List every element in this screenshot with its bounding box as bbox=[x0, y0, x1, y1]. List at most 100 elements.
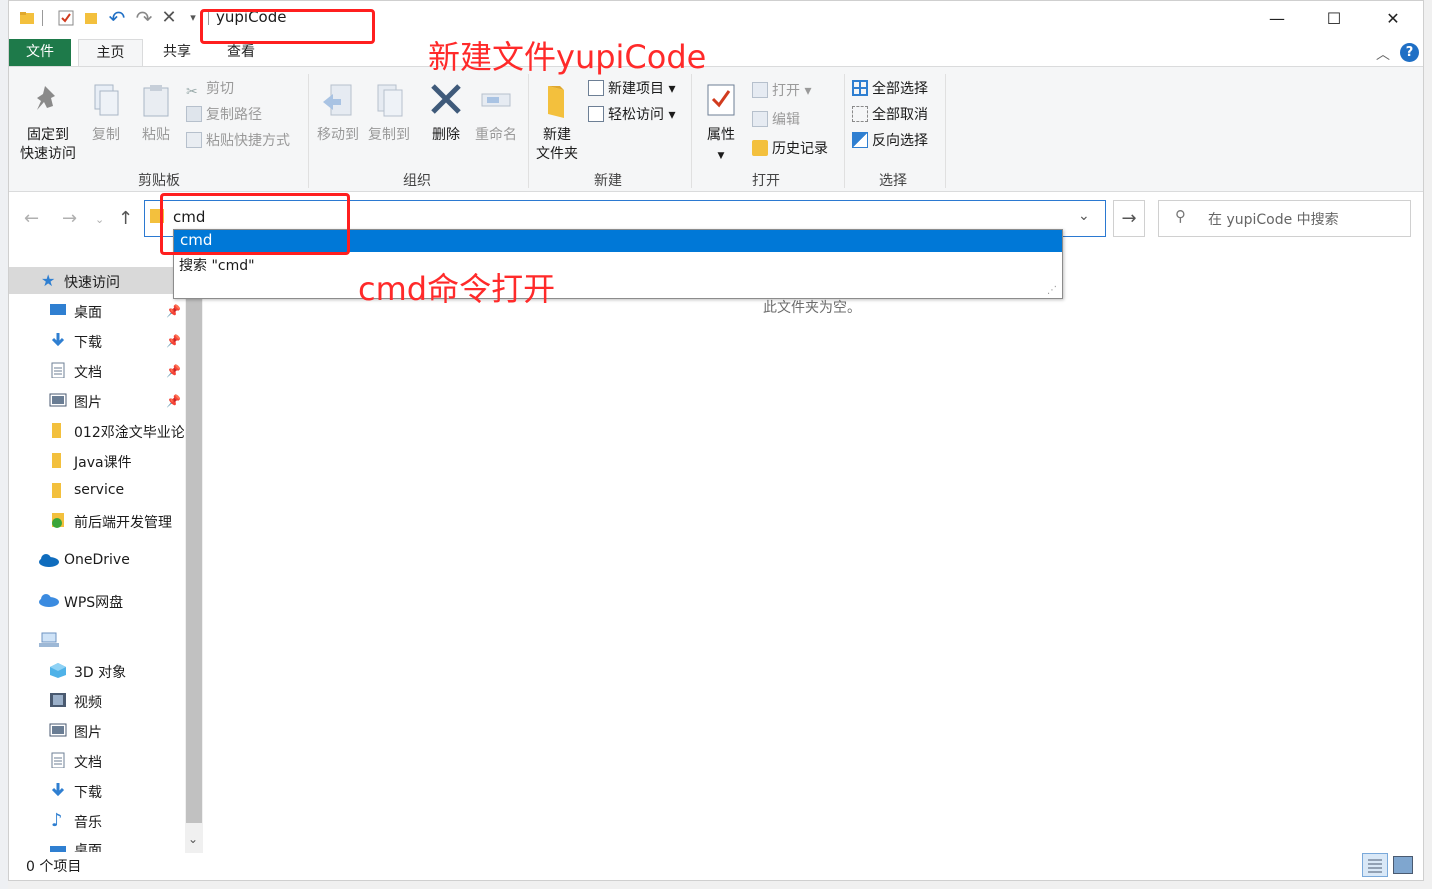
redo-icon[interactable]: ↷ bbox=[135, 8, 153, 28]
annotation-cmd-open: cmd命令打开 bbox=[358, 270, 556, 308]
rename-button[interactable]: 重命名 bbox=[470, 82, 522, 145]
invert-selection-button[interactable]: 反向选择 bbox=[852, 130, 928, 150]
document-icon bbox=[51, 752, 65, 768]
sidebar-item-pc-documents[interactable]: 文档 bbox=[74, 752, 102, 772]
paste-label: 粘贴 bbox=[142, 127, 170, 143]
pin-to-quick-access-button[interactable]: 固定到 快速访问 bbox=[14, 82, 82, 164]
copy-path-icon bbox=[186, 106, 202, 122]
sidebar-item-pc-pictures[interactable]: 图片 bbox=[74, 722, 102, 742]
new-folder-icon[interactable] bbox=[82, 9, 100, 27]
annotation-title-box bbox=[200, 9, 375, 44]
sidebar-item-folder-dev[interactable]: 前后端开发管理 bbox=[74, 512, 172, 532]
open-button[interactable]: 打开 ▾ bbox=[752, 80, 811, 100]
large-icons-view-icon[interactable] bbox=[1393, 856, 1413, 874]
pin-icon bbox=[37, 86, 55, 110]
sidebar-item-pictures[interactable]: 图片 bbox=[74, 392, 102, 412]
sidebar-scrollbar-thumb[interactable] bbox=[186, 293, 202, 823]
sidebar-item-pc-downloads[interactable]: 下载 bbox=[74, 782, 102, 802]
scroll-down-icon[interactable]: ⌄ bbox=[188, 832, 198, 846]
folder-icon bbox=[52, 423, 61, 438]
close-button[interactable]: ✕ bbox=[1370, 6, 1416, 32]
this-pc-icon[interactable] bbox=[38, 632, 60, 648]
tab-file[interactable]: 文件 bbox=[9, 39, 71, 66]
copy-icon bbox=[94, 84, 119, 116]
qat-separator bbox=[42, 10, 43, 26]
sidebar-item-music[interactable]: 音乐 bbox=[74, 812, 102, 832]
history-button[interactable]: 历史记录 bbox=[752, 138, 828, 158]
desktop-icon bbox=[50, 304, 66, 315]
properties-icon bbox=[707, 84, 735, 116]
new-item-button[interactable]: 新建项目 ▾ bbox=[588, 78, 675, 98]
details-view-icon[interactable] bbox=[1362, 853, 1388, 877]
copy-to-label: 复制到 bbox=[368, 127, 410, 143]
sidebar-wps[interactable]: WPS网盘 bbox=[64, 592, 123, 612]
sidebar-item-desktop[interactable]: 桌面 bbox=[74, 302, 102, 322]
address-dropdown-icon[interactable]: ⌄ bbox=[1078, 208, 1090, 224]
sidebar-item-downloads[interactable]: 下载 bbox=[74, 332, 102, 352]
delete-x-icon[interactable]: ✕ bbox=[160, 9, 178, 27]
new-folder-button[interactable]: 新建 文件夹 bbox=[532, 82, 582, 164]
tab-share[interactable]: 共享 bbox=[148, 39, 206, 66]
copy-to-button[interactable]: 复制到 bbox=[364, 82, 414, 145]
edit-button[interactable]: 编辑 bbox=[752, 109, 800, 129]
sidebar-item-folder-service[interactable]: service bbox=[74, 482, 124, 498]
go-arrow-icon[interactable]: → bbox=[1113, 200, 1145, 237]
paste-shortcut-label: 粘贴快捷方式 bbox=[206, 133, 290, 149]
scissors-icon: ✂ bbox=[186, 84, 198, 100]
easy-access-button[interactable]: 轻松访问 ▾ bbox=[588, 104, 675, 124]
resize-grip-icon[interactable]: ⋰ bbox=[1047, 285, 1057, 296]
folder-icon bbox=[52, 483, 61, 498]
sidebar-clip: 桌面 bbox=[9, 838, 185, 852]
sidebar-quick-access[interactable]: 快速访问 bbox=[64, 272, 120, 292]
copy-button[interactable]: 复制 bbox=[86, 82, 126, 145]
sidebar-item-documents[interactable]: 文档 bbox=[74, 362, 102, 382]
details-lines-icon bbox=[1368, 859, 1382, 873]
up-arrow-icon[interactable]: ↑ bbox=[118, 208, 133, 229]
sidebar-item-3d-objects[interactable]: 3D 对象 bbox=[74, 662, 126, 682]
collapse-ribbon-icon[interactable]: ︿ bbox=[1376, 44, 1390, 64]
properties-check-icon[interactable] bbox=[57, 9, 75, 27]
synced-folder-icon bbox=[52, 513, 64, 528]
copy-path-button[interactable]: 复制路径 bbox=[186, 104, 262, 124]
properties-dropdown-icon[interactable]: ▼ bbox=[718, 151, 725, 161]
delete-icon bbox=[431, 84, 461, 114]
sidebar-item-folder-thesis[interactable]: 012邓淦文毕业论 bbox=[74, 422, 184, 442]
move-to-button[interactable]: 移动到 bbox=[313, 82, 363, 145]
empty-folder-message: 此文件夹为空。 bbox=[763, 300, 861, 316]
desktop-bottom bbox=[8, 881, 1432, 889]
pin-icon[interactable]: 📌 bbox=[166, 304, 181, 318]
maximize-button[interactable]: ☐ bbox=[1311, 6, 1357, 32]
undo-icon[interactable]: ↶ bbox=[108, 8, 126, 28]
sidebar-item-videos[interactable]: 视频 bbox=[74, 692, 102, 712]
properties-button[interactable]: 属性 ▼ bbox=[700, 82, 742, 166]
annotation-address-box bbox=[160, 193, 350, 255]
cut-button[interactable]: ✂ 剪切 bbox=[186, 78, 234, 100]
suggestion-search[interactable]: 搜索 "cmd" bbox=[179, 255, 255, 275]
group-label-select: 选择 bbox=[879, 173, 907, 189]
paste-shortcut-button[interactable]: 粘贴快捷方式 bbox=[186, 130, 290, 150]
delete-button[interactable]: 删除 bbox=[424, 82, 468, 145]
invert-selection-icon bbox=[852, 132, 868, 148]
group-separator bbox=[844, 74, 845, 188]
open-label: 打开 bbox=[772, 83, 800, 99]
sidebar-item-pc-desktop[interactable]: 桌面 bbox=[74, 840, 102, 852]
select-all-button[interactable]: 全部选择 bbox=[852, 78, 928, 98]
pictures-icon bbox=[49, 393, 67, 407]
forward-arrow-icon[interactable]: → bbox=[62, 208, 77, 229]
easy-access-label: 轻松访问 bbox=[608, 107, 664, 123]
sidebar-onedrive[interactable]: OneDrive bbox=[64, 552, 130, 568]
sidebar-item-folder-java[interactable]: Java课件 bbox=[74, 452, 132, 472]
help-icon[interactable]: ? bbox=[1400, 43, 1419, 62]
properties-label: 属性 bbox=[707, 127, 735, 143]
recent-locations-icon[interactable]: ⌄ bbox=[95, 213, 104, 226]
paste-button[interactable]: 粘贴 bbox=[136, 82, 176, 145]
pin-icon[interactable]: 📌 bbox=[166, 364, 181, 378]
video-icon bbox=[50, 693, 66, 707]
3d-objects-icon bbox=[50, 663, 66, 678]
back-arrow-icon[interactable]: ← bbox=[24, 208, 39, 229]
pin-icon[interactable]: 📌 bbox=[166, 394, 181, 408]
minimize-button[interactable]: — bbox=[1254, 6, 1300, 32]
pin-icon[interactable]: 📌 bbox=[166, 334, 181, 348]
select-none-button[interactable]: 全部取消 bbox=[852, 104, 928, 124]
tab-home[interactable]: 主页 bbox=[78, 39, 143, 66]
